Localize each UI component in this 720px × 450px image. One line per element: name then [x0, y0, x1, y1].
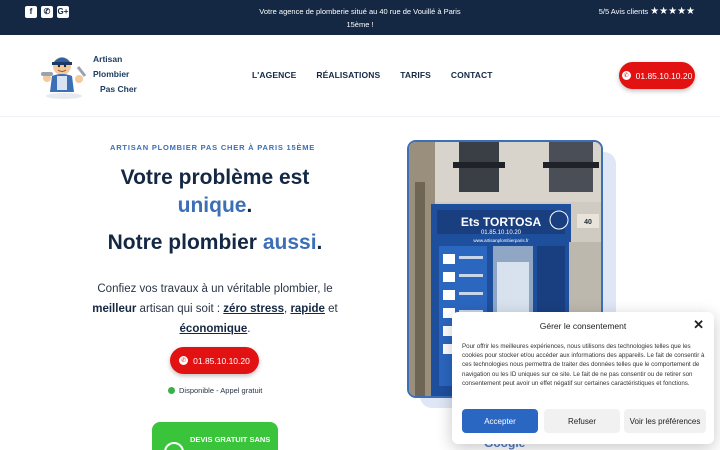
subheadline-part1: Notre plombier [107, 231, 257, 254]
nav-item-tarifs[interactable]: TARIFS [400, 70, 431, 80]
hero-subheadline: Notre plombier aussi. [90, 231, 340, 255]
desc-and: et [328, 303, 338, 315]
hero-eyebrow: ARTISAN PLOMBIER PAS CHER À PARIS 15ÈME [110, 143, 316, 152]
logo-line-2: Plombier [93, 69, 130, 79]
desc-end: . [247, 323, 251, 335]
availability-text: Disponible - Appel gratuit [179, 386, 263, 395]
facebook-icon[interactable]: f [25, 6, 37, 18]
nav-item-contact[interactable]: CONTACT [451, 70, 493, 80]
subheadline-accent: aussi [262, 231, 317, 254]
status-dot-icon [168, 387, 175, 394]
hero-phone-button[interactable]: ✆ 01.85.10.10.20 [170, 347, 259, 374]
plumber-mascot-logo[interactable] [38, 52, 90, 100]
desc-comma: , [284, 303, 288, 315]
refuse-cookies-button[interactable]: Refuser [544, 409, 620, 433]
main-nav: L'AGENCE RÉALISATIONS TARIFS CONTACT [252, 70, 493, 80]
social-links: f ✆ G+ [25, 6, 69, 18]
free-quote-label: DEVIS GRATUIT SANS [190, 435, 271, 444]
phone-icon: ✆ [621, 71, 631, 80]
header-phone-number: 01.85.10.10.20 [635, 70, 693, 81]
desc-text-2: artisan qui soit : [139, 303, 221, 315]
desc-link-rapide[interactable]: rapide [290, 303, 325, 315]
headline-accent: unique [177, 194, 247, 217]
header-phone-button[interactable]: ✆ 01.85.10.10.20 [619, 62, 695, 89]
customer-rating: 5/5 Avis clients ★★★★★ [599, 6, 695, 17]
rating-text: 5/5 Avis clients [598, 7, 649, 16]
nav-item-agence[interactable]: L'AGENCE [252, 70, 296, 80]
desc-link-zero-stress[interactable]: zéro stress [223, 303, 284, 315]
street-number: 40 [584, 219, 592, 226]
cookie-consent-dialog: Gérer le consentement ✕ Pour offrir les … [452, 312, 714, 444]
hero-headline: Votre problème est unique. [90, 164, 340, 220]
desc-text-1: Confiez vos travaux à un véritable plomb… [97, 283, 333, 295]
logo-wordmark[interactable]: Artisan Plombier Pas Cher [93, 52, 137, 97]
desc-link-economique[interactable]: économique [180, 323, 248, 335]
google-plus-icon[interactable]: G+ [57, 6, 69, 18]
desc-bold: meilleur [92, 303, 137, 315]
cookie-dialog-title: Gérer le consentement [539, 321, 627, 331]
star-icons: ★★★★★ [650, 6, 695, 17]
accept-cookies-button[interactable]: Accepter [462, 409, 538, 433]
site-header: Artisan Plombier Pas Cher L'AGENCE RÉALI… [0, 35, 720, 117]
cookie-preferences-button[interactable]: Voir les préférences [624, 409, 706, 433]
headline-part1: Votre problème est [120, 166, 310, 189]
whatsapp-icon[interactable]: ✆ [41, 6, 53, 18]
free-quote-button[interactable]: DEVIS GRATUIT SANS [152, 422, 278, 450]
whatsapp-icon [164, 442, 184, 450]
close-icon[interactable]: ✕ [693, 318, 704, 332]
shop-site-text: www.artisanplombierparis.fr [473, 238, 529, 243]
logo-line-3: Pas Cher [100, 84, 137, 94]
availability-status: Disponible - Appel gratuit [168, 386, 262, 395]
nav-item-realisations[interactable]: RÉALISATIONS [316, 70, 380, 80]
shop-phone-text: 01.85.10.10.20 [481, 230, 522, 236]
phone-icon: ✆ [179, 356, 189, 365]
subheadline-end: . [316, 231, 323, 254]
cookie-dialog-text: Pour offrir les meilleures expériences, … [462, 343, 705, 387]
logo-line-1: Artisan [93, 54, 123, 64]
hero-description: Confiez vos travaux à un véritable plomb… [88, 279, 342, 339]
headline-end: . [246, 194, 253, 217]
hero-phone-number: 01.85.10.10.20 [193, 355, 250, 366]
shop-sign-text: Ets TORTOSA [461, 215, 542, 229]
announcement-text: Votre agence de plomberie situé au 40 ru… [259, 7, 461, 29]
top-bar: f ✆ G+ Votre agence de plomberie situé a… [0, 0, 720, 35]
